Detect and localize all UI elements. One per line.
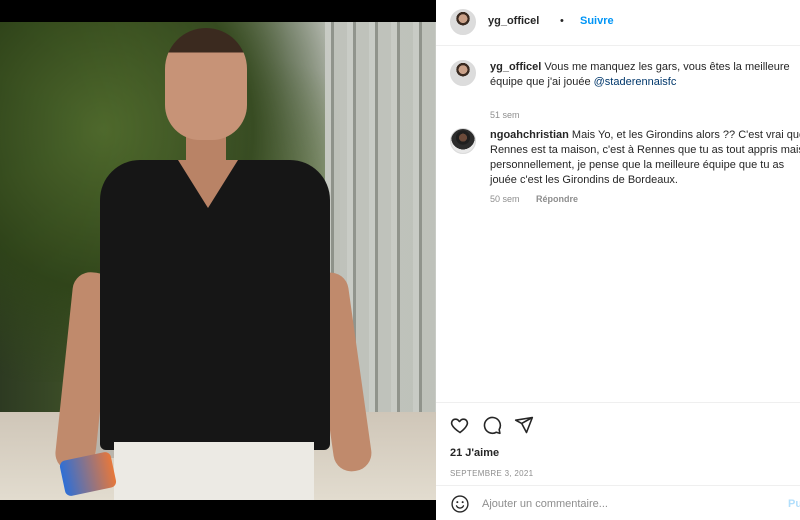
comment-username[interactable]: ngoahchristian [490,129,569,141]
post-sidebar: yg_officel • Suivre yg_officel Vous me m… [436,0,800,520]
comment-icon[interactable] [480,413,504,437]
comment-input[interactable] [482,494,772,514]
emoji-icon[interactable] [448,492,472,516]
person-head [165,28,247,140]
post-media-pane [0,0,436,520]
likes-count[interactable]: 21 J'aime [450,447,499,459]
comment-item: ngoahchristian Mais Yo, et les Girondins… [450,128,800,224]
person-vneck [178,160,238,208]
author-username[interactable]: yg_officel [488,15,539,27]
person-shorts [114,442,314,500]
comment-meta: 50 sem Répondre [490,194,578,204]
post-comment-button[interactable]: Pu [788,498,800,510]
comment-time[interactable]: 50 sem [490,194,520,204]
caption-comment: yg_officel Vous me manquez les gars, vou… [450,60,800,130]
comment-meta: 51 sem [490,110,520,120]
header-separator: • [560,15,564,27]
comment-avatar[interactable] [450,60,476,86]
reply-button[interactable]: Répondre [536,194,578,204]
comment-composer: Pu [436,485,800,520]
post-photo[interactable] [0,22,436,500]
post-actions: 21 J'aime SEPTEMBRE 3, 2021 Pu [436,402,800,520]
comment-avatar[interactable] [450,128,476,154]
share-icon[interactable] [512,413,536,437]
comment-body: ngoahchristian Mais Yo, et les Girondins… [490,128,800,188]
post-date: SEPTEMBRE 3, 2021 [450,469,534,478]
follow-button[interactable]: Suivre [580,15,614,27]
heart-icon[interactable] [448,413,472,437]
comment-body: yg_officel Vous me manquez les gars, vou… [490,60,800,90]
comments-list[interactable]: yg_officel Vous me manquez les gars, vou… [436,46,800,402]
comment-time[interactable]: 51 sem [490,110,520,120]
author-avatar[interactable] [450,9,476,35]
comment-mention[interactable]: @staderennaisfc [594,76,677,88]
comment-username[interactable]: yg_officel [490,61,541,73]
post-header: yg_officel • Suivre [436,0,800,46]
photo-person [53,22,374,500]
